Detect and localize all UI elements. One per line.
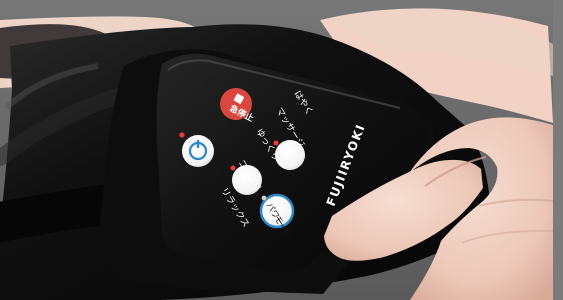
scene: 急停止 リラックス コースリ ゆっくり マッサージ はやく パワー モード FU… bbox=[0, 0, 563, 300]
slow-indicator-light bbox=[273, 140, 279, 146]
power-mode-indicator-light bbox=[261, 195, 267, 201]
massage-device-photo: 急停止 リラックス コースリ ゆっくり マッサージ はやく パワー モード FU… bbox=[0, 0, 563, 300]
power-indicator-light bbox=[179, 132, 185, 138]
relax-indicator-light bbox=[230, 165, 236, 171]
right-border bbox=[553, 0, 563, 300]
power-button[interactable] bbox=[182, 135, 214, 167]
power-icon bbox=[196, 140, 200, 148]
